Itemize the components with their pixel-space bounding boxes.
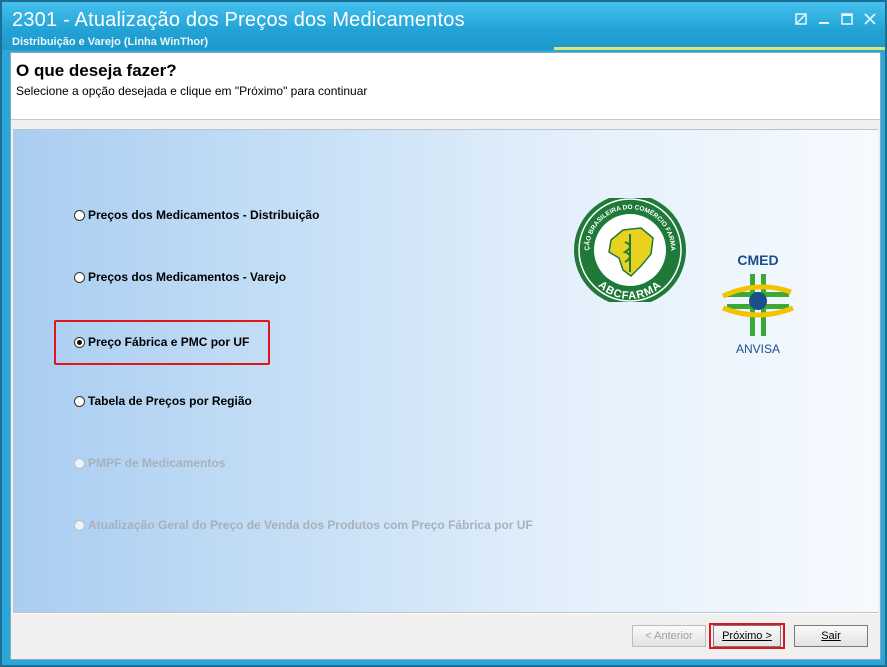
- next-button[interactable]: Próximo >: [713, 625, 781, 647]
- title-bar[interactable]: 2301 - Atualização dos Preços dos Medica…: [2, 2, 885, 50]
- close-icon[interactable]: [861, 10, 879, 28]
- option-varejo[interactable]: Preços dos Medicamentos - Varejo: [74, 270, 286, 284]
- radio-button-disabled: [74, 457, 85, 469]
- option-label: Preços dos Medicamentos - Varejo: [88, 270, 287, 284]
- application-window: 2301 - Atualização dos Preços dos Medica…: [0, 0, 887, 667]
- option-atualizacao-geral: Atualização Geral do Preço de Venda dos …: [74, 518, 533, 532]
- option-label: PMPF de Medicamentos: [88, 456, 226, 470]
- title-accent-stripe: [554, 47, 885, 50]
- window-subtitle: Distribuição e Varejo (Linha WinThor): [12, 36, 209, 48]
- page-title: O que deseja fazer?: [16, 61, 177, 80]
- option-label: Preços dos Medicamentos - Distribuição: [88, 208, 320, 222]
- minimize-icon[interactable]: [815, 10, 833, 28]
- back-button[interactable]: < Anterior: [632, 625, 706, 647]
- page-instruction: Selecione a opção desejada e clique em "…: [16, 84, 368, 98]
- radio-button[interactable]: [74, 271, 85, 283]
- window-title: 2301 - Atualização dos Preços dos Medica…: [12, 9, 465, 31]
- option-pmpf: PMPF de Medicamentos: [74, 456, 225, 470]
- exit-button[interactable]: Sair: [794, 625, 868, 647]
- radio-button-selected[interactable]: [74, 336, 85, 348]
- wizard-content: O que deseja fazer? Selecione a opção de…: [10, 52, 881, 660]
- radio-button-disabled: [74, 519, 85, 531]
- option-preco-fabrica-pmc[interactable]: Preço Fábrica e PMC por UF: [74, 335, 249, 349]
- anvisa-name: ANVISA: [736, 342, 780, 356]
- restore-icon[interactable]: [792, 10, 810, 28]
- abcfarma-logo: ASSOCIAÇÃO BRASILEIRA DO COMÉRCIO FARMAC…: [571, 198, 686, 302]
- cmed-name: CMED: [737, 252, 778, 268]
- option-tabela-regiao[interactable]: Tabela de Preços por Região: [74, 394, 252, 408]
- radio-button[interactable]: [74, 395, 85, 407]
- footer-divider: [11, 613, 880, 614]
- wizard-header: O que deseja fazer? Selecione a opção de…: [11, 53, 880, 120]
- option-label: Preço Fábrica e PMC por UF: [88, 335, 250, 349]
- radio-button[interactable]: [74, 209, 85, 221]
- maximize-icon[interactable]: [838, 10, 856, 28]
- options-panel: Preços dos Medicamentos - Distribuição P…: [13, 129, 878, 613]
- option-label: Tabela de Preços por Região: [88, 394, 252, 408]
- cmed-anvisa-logo: CMED ANVISA: [721, 252, 794, 356]
- option-label: Atualização Geral do Preço de Venda dos …: [88, 518, 533, 532]
- option-distribuicao[interactable]: Preços dos Medicamentos - Distribuição: [74, 208, 319, 222]
